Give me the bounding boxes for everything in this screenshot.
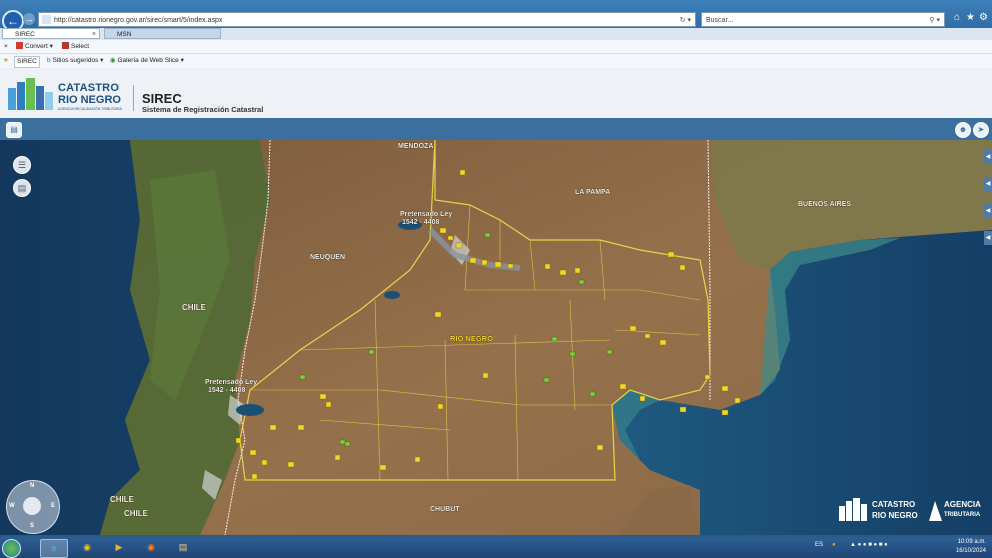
map-label-chile-south-1: CHILE xyxy=(110,495,135,504)
menu-panel-icon[interactable]: ▤ xyxy=(6,122,22,138)
taskbar-folder-icon[interactable]: ▤ xyxy=(170,539,196,556)
map-label-neuquen: NEUQUÉN xyxy=(310,252,345,261)
clock-time[interactable]: 10:09 a.m. xyxy=(938,539,986,545)
watermark-tributaria: TRIBUTARIA xyxy=(944,512,981,518)
map-label-buenos-aires: BUENOS AIRES xyxy=(798,201,851,208)
tab-sirec[interactable]: SIREC × xyxy=(2,28,100,39)
fav-sitios-label: Sitios sugeridos xyxy=(52,57,99,64)
taskbar-media-icon[interactable]: ▶ xyxy=(106,539,132,556)
taskbar-firefox-icon[interactable]: ◉ xyxy=(138,539,164,556)
catastro-watermark-icon xyxy=(839,498,867,521)
tab-label: SIREC xyxy=(15,31,35,38)
agencia-logo-icon xyxy=(929,501,942,521)
page-icon xyxy=(42,15,51,24)
nav-center-icon[interactable] xyxy=(23,497,41,515)
lake-nahuel-huapi xyxy=(236,404,264,416)
map-canvas[interactable]: MENDOZA LA PAMPA BUENOS AIRES NEUQUÉN CH… xyxy=(0,140,992,535)
nav-east-icon[interactable]: E xyxy=(51,503,55,509)
nav-north-icon[interactable]: N xyxy=(30,483,34,489)
share-icon[interactable]: ➤ xyxy=(973,122,989,138)
start-button[interactable] xyxy=(2,539,21,558)
favorites-bar: ★ SIREC b Sitios sugeridos ▾ ◉ Galería d… xyxy=(0,54,992,69)
bing-icon: b xyxy=(47,57,51,64)
windows-taskbar: e ◉ ▶ ◉ ▤ ES ● ▲ ● ● ■ ● ■ ● xyxy=(0,537,992,558)
address-bar[interactable]: http://catastro.rionegro.gov.ar/sirec/sm… xyxy=(38,12,696,27)
map-label-rio-negro: RIO NEGRO xyxy=(450,334,493,343)
fav-galeria[interactable]: ◉ Galería de Web Slice ▾ xyxy=(110,56,184,66)
watermark-rio-negro: RIO NEGRO xyxy=(872,511,918,520)
catastro-logo-icon xyxy=(8,78,53,110)
layers-icon[interactable]: ☰ xyxy=(13,156,31,174)
language-indicator[interactable]: ES xyxy=(815,542,823,548)
search-icon[interactable]: ⚲ ▾ xyxy=(929,13,940,28)
fav-sirec-label: SIREC xyxy=(17,58,37,65)
lake-icon xyxy=(384,291,400,299)
select-label: Select xyxy=(71,43,90,50)
clock-date[interactable]: 16/10/2024 xyxy=(938,548,986,554)
webslice-icon: ◉ xyxy=(110,57,116,64)
favorites-star-icon[interactable]: ★ xyxy=(3,56,9,66)
convert-icon xyxy=(16,42,23,49)
watermark-agencia: AGENCIA xyxy=(944,500,981,509)
logo-text-catastro: CATASTRO xyxy=(58,82,120,94)
app-title: SIREC xyxy=(142,91,182,106)
tab-label: MSN xyxy=(117,31,132,38)
fav-sitios[interactable]: b Sitios sugeridos ▾ xyxy=(47,56,103,66)
nav-west-icon[interactable]: W xyxy=(9,503,15,509)
right-panel-tab-3[interactable]: ◀ xyxy=(984,204,992,218)
search-input[interactable]: Buscar... ⚲ ▾ xyxy=(701,12,945,27)
watermark-catastro: CATASTRO xyxy=(872,500,916,509)
app-toolbar: ▤ ☻ ➤ xyxy=(0,118,992,140)
tab-strip: SIREC × MSN xyxy=(0,28,992,40)
refresh-icon[interactable]: ↻ ▾ xyxy=(680,13,691,28)
map-label-chile-south-2: CHILE xyxy=(124,509,149,518)
convert-label: Convert xyxy=(25,43,48,50)
satellite-map[interactable]: MENDOZA LA PAMPA BUENOS AIRES NEUQUÉN CH… xyxy=(0,140,992,535)
tray-icons[interactable]: ▲ ● ● ■ ● ■ ● xyxy=(850,542,888,548)
map-label-chubut: CHUBUT xyxy=(430,506,460,513)
select-icon xyxy=(62,42,69,49)
convert-button[interactable]: Convert ▾ xyxy=(16,41,53,52)
pan-navigation-control[interactable]: N W E S xyxy=(6,480,60,534)
app-subtitle: Sistema de Registración Catastral xyxy=(142,105,264,114)
map-label-pretensado-2: Pretensado Ley xyxy=(205,379,257,386)
tab-msn[interactable]: MSN xyxy=(104,28,221,39)
fav-galeria-label: Galería de Web Slice xyxy=(117,57,179,64)
settings-gear-icon[interactable]: ⚙ xyxy=(979,12,988,23)
taskbar-chrome-icon[interactable]: ◉ xyxy=(74,539,100,556)
logo-text-agencia: AGENCIA RECAUDACIÓN TRIBUTARIA xyxy=(58,107,122,111)
home-icon[interactable]: ⌂ xyxy=(954,12,960,23)
map-label-mendoza: MENDOZA xyxy=(398,143,433,150)
legend-icon[interactable]: ▤ xyxy=(13,179,31,197)
map-label-chile: CHILE xyxy=(182,303,207,312)
right-panel-tab-1[interactable]: ◀ xyxy=(984,150,992,164)
nav-south-icon[interactable]: S xyxy=(30,523,34,529)
favorites-star-icon[interactable]: ★ xyxy=(966,12,975,23)
address-url: http://catastro.rionegro.gov.ar/sirec/sm… xyxy=(54,17,223,24)
forward-button[interactable]: → xyxy=(23,13,35,25)
fav-sirec[interactable]: SIREC xyxy=(14,56,40,68)
search-placeholder: Buscar... xyxy=(706,17,734,24)
map-label-pretensado-1b: 1542 - 4408 xyxy=(402,219,439,226)
map-label-pretensado-2b: 1542 - 4408 xyxy=(208,387,245,394)
right-panel-tab-4[interactable]: ◀ xyxy=(984,231,992,245)
right-panel-tab-2[interactable]: ◀ xyxy=(984,177,992,191)
select-button[interactable]: Select xyxy=(62,41,89,52)
header-divider xyxy=(133,85,134,111)
command-bar: × Convert ▾ Select xyxy=(0,40,992,54)
close-bar-icon[interactable]: × xyxy=(4,41,8,52)
logo-text-rio-negro: RIO NEGRO xyxy=(58,94,121,106)
tray-app-icon[interactable]: ● xyxy=(832,542,836,548)
map-label-pretensado-1: Pretensado Ley xyxy=(400,211,452,218)
taskbar-ie-icon[interactable]: e xyxy=(40,539,68,558)
user-icon[interactable]: ☻ xyxy=(955,122,971,138)
map-label-la-pampa: LA PAMPA xyxy=(575,189,610,196)
close-tab-icon[interactable]: × xyxy=(92,29,96,40)
